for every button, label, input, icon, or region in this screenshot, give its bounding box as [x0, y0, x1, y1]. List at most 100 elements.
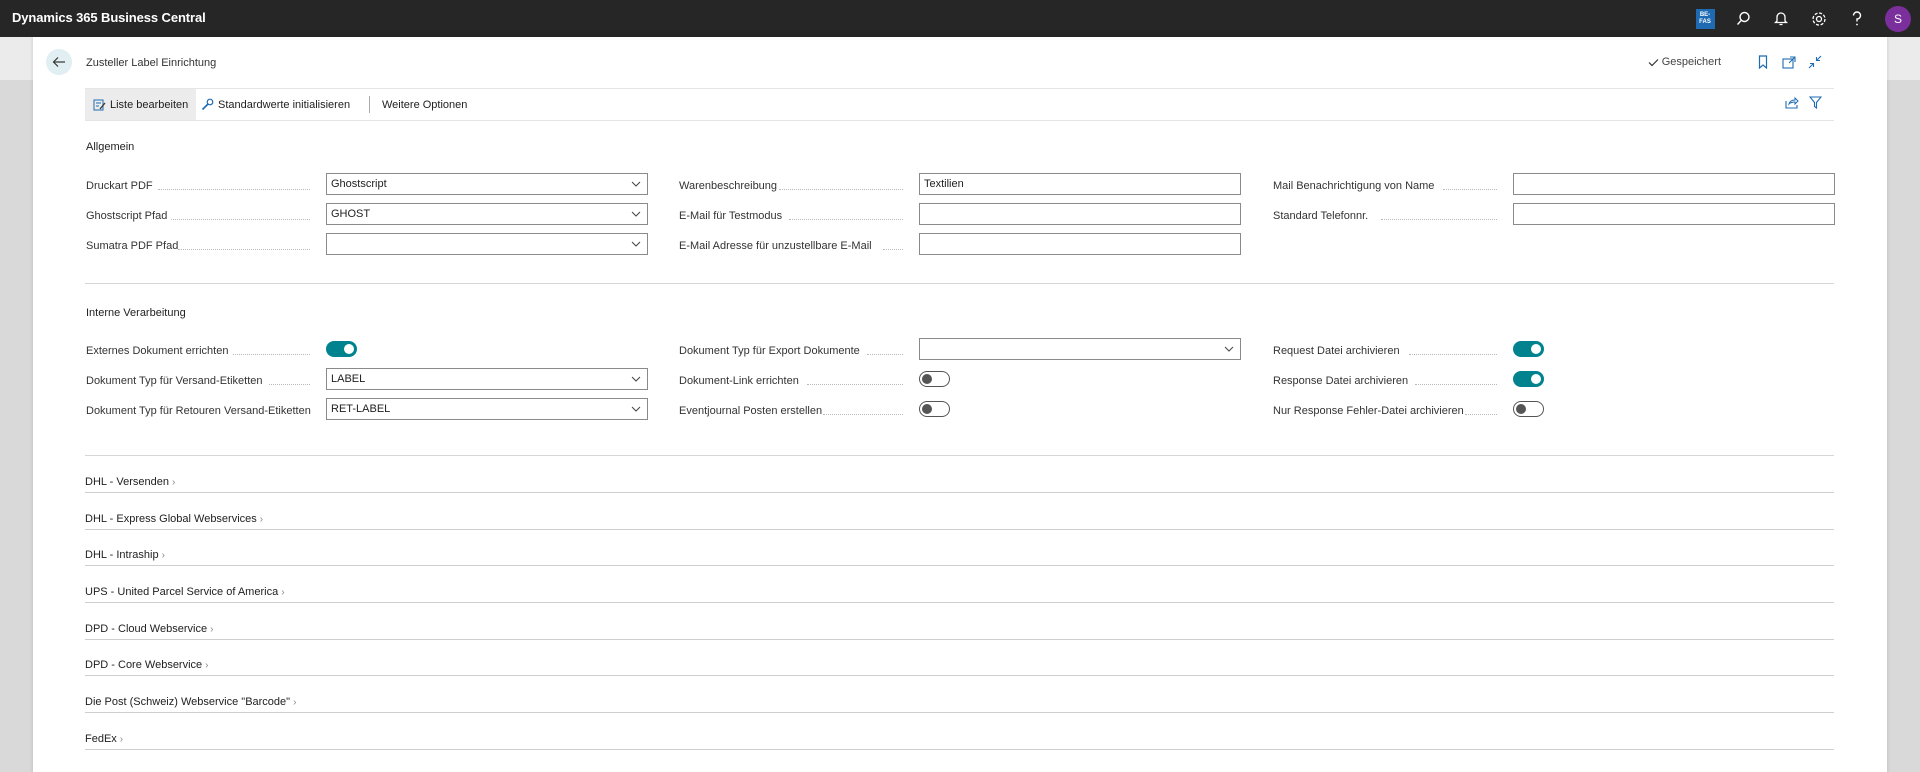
group-title: DHL - Intraship: [85, 549, 159, 561]
group-fedex[interactable]: FedEx ›: [85, 720, 1834, 750]
group-label: DPD - Cloud Webservice ›: [85, 623, 213, 635]
top-bar-icons: BE- FAS S: [1686, 0, 1920, 37]
saved-label: Gespeichert: [1661, 56, 1721, 68]
group-dhl-versenden[interactable]: DHL - Versenden ›: [85, 463, 1834, 493]
chevron-right-icon: ›: [210, 623, 214, 635]
email-undeliverable-input[interactable]: [919, 233, 1241, 255]
chevron-right-icon: ›: [281, 586, 285, 598]
mail-name-input[interactable]: [1513, 173, 1835, 195]
doc-type-return-select[interactable]: RET-LABEL: [326, 398, 648, 420]
sumatra-dots: [178, 249, 310, 250]
group-title: Die Post (Schweiz) Webservice "Barcode": [85, 696, 291, 708]
ext-doc-toggle[interactable]: [326, 341, 357, 357]
settings-button[interactable]: [1800, 0, 1838, 37]
open-new-window-button[interactable]: [1781, 54, 1797, 70]
bookmark-button[interactable]: [1755, 54, 1771, 70]
action-bar-right: [1775, 96, 1823, 112]
chevron-down-icon: [631, 376, 641, 382]
group-label: DHL - Intraship ›: [85, 549, 165, 561]
back-button[interactable]: [46, 49, 72, 75]
doc-link-dots: [807, 384, 903, 385]
group-label: DHL - Express Global Webservices ›: [85, 513, 263, 525]
ghostscript-label: Ghostscript Pfad: [86, 210, 168, 222]
email-undeliverable-dots: [883, 249, 903, 250]
email-test-input[interactable]: [919, 203, 1241, 225]
chevron-right-icon: ›: [171, 476, 176, 488]
group-label: UPS - United Parcel Service of America ›: [85, 586, 285, 598]
response-error-toggle[interactable]: [1513, 401, 1544, 417]
filter-icon: [1808, 96, 1823, 110]
filter-button[interactable]: [1808, 96, 1823, 112]
group-title: DPD - Core Webservice: [85, 659, 203, 671]
share-button[interactable]: [1785, 96, 1799, 112]
open-new-window-icon: [1782, 55, 1796, 69]
befas-logo-icon: BE- FAS: [1695, 8, 1715, 29]
event-journal-dots: [823, 414, 903, 415]
mail-name-dots: [1443, 189, 1497, 190]
section-internal-title[interactable]: Interne Verarbeitung: [86, 307, 186, 319]
druckart-dots: [158, 189, 310, 190]
group-title: DPD - Cloud Webservice: [85, 623, 208, 635]
account-button[interactable]: S: [1876, 0, 1920, 37]
doc-type-ship-select[interactable]: LABEL: [326, 368, 648, 390]
druckart-value: Ghostscript: [331, 178, 387, 190]
doc-type-export-label: Dokument Typ für Export Dokumente: [679, 345, 860, 357]
sumatra-select[interactable]: [326, 233, 648, 255]
action-separator: [369, 96, 370, 113]
chevron-down-icon: [631, 181, 641, 187]
wrench-icon: [201, 98, 214, 111]
mail-name-label: Mail Benachrichtigung von Name: [1273, 180, 1435, 192]
doc-link-toggle[interactable]: [919, 371, 950, 387]
edit-list-button[interactable]: Liste bearbeiten: [85, 89, 197, 120]
warenbeschreibung-input[interactable]: Textilien: [919, 173, 1241, 195]
edit-list-icon: [93, 99, 106, 110]
response-error-label: Nur Response Fehler-Datei archivieren: [1273, 405, 1464, 417]
search-button[interactable]: [1724, 0, 1762, 37]
request-archive-toggle[interactable]: [1513, 341, 1544, 357]
druckart-select[interactable]: Ghostscript: [326, 173, 648, 195]
group-dpd-core[interactable]: DPD - Core Webservice ›: [85, 646, 1834, 676]
request-archive-dots: [1409, 354, 1497, 355]
gear-icon: [1812, 11, 1826, 26]
init-defaults-label: Standardwerte initialisieren: [218, 98, 351, 111]
group-die-post[interactable]: Die Post (Schweiz) Webservice "Barcode" ›: [85, 683, 1834, 713]
group-ups[interactable]: UPS - United Parcel Service of America ›: [85, 573, 1834, 603]
response-archive-toggle[interactable]: [1513, 371, 1544, 387]
group-label: Die Post (Schweiz) Webservice "Barcode" ›: [85, 696, 296, 708]
group-label: DHL - Versenden ›: [85, 476, 175, 488]
help-button[interactable]: [1838, 0, 1876, 37]
notifications-button[interactable]: [1762, 0, 1800, 37]
chevron-right-icon: ›: [119, 733, 124, 745]
group-dhl-express[interactable]: DHL - Express Global Webservices ›: [85, 500, 1834, 530]
page-title: Zusteller Label Einrichtung: [86, 57, 217, 69]
warenbeschreibung-dots: [779, 189, 903, 190]
section-general-title[interactable]: Allgemein: [86, 141, 134, 153]
doc-type-export-select[interactable]: [919, 338, 1241, 360]
phone-input[interactable]: [1513, 203, 1835, 225]
email-test-label: E-Mail für Testmodus: [679, 210, 783, 222]
init-defaults-button[interactable]: Standardwerte initialisieren: [201, 89, 350, 120]
befas-app-button[interactable]: BE- FAS: [1686, 0, 1724, 37]
help-icon: [1852, 10, 1862, 25]
email-undeliverable-label: E-Mail Adresse für unzustellbare E-Mail: [679, 240, 872, 252]
response-error-dots: [1465, 414, 1497, 415]
group-title: DHL - Express Global Webservices: [85, 513, 257, 525]
group-dhl-intraship[interactable]: DHL - Intraship ›: [85, 536, 1834, 566]
more-options-button[interactable]: Weitere Optionen: [382, 89, 467, 120]
app-title[interactable]: Dynamics 365 Business Central: [12, 10, 206, 25]
bookmark-icon: [1758, 55, 1768, 69]
ghostscript-dots: [171, 219, 310, 220]
doc-type-ship-label: Dokument Typ für Versand-Etiketten: [86, 375, 263, 387]
ext-doc-dots: [233, 354, 310, 355]
doc-type-ship-dots: [269, 384, 310, 385]
bell-icon: [1774, 12, 1788, 26]
ghostscript-select[interactable]: GHOST: [326, 203, 648, 225]
doc-link-label: Dokument-Link errichten: [679, 375, 799, 387]
collapse-button[interactable]: [1807, 54, 1823, 70]
group-label: FedEx ›: [85, 733, 123, 745]
chevron-right-icon: ›: [259, 513, 264, 525]
collapse-icon: [1808, 55, 1822, 69]
top-bar: Dynamics 365 Business Central BE- FAS S: [0, 0, 1920, 37]
event-journal-toggle[interactable]: [919, 401, 950, 417]
group-dpd-cloud[interactable]: DPD - Cloud Webservice ›: [85, 610, 1834, 640]
